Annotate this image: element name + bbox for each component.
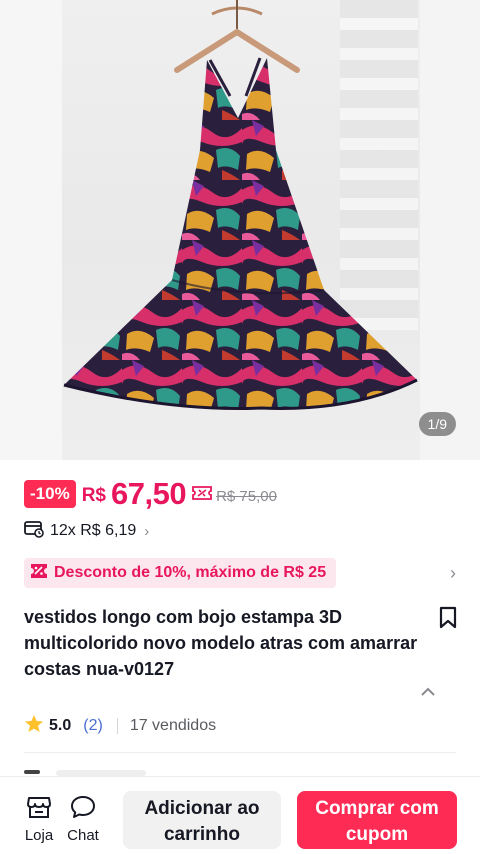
- partial-icon: [24, 770, 40, 774]
- product-image-gallery[interactable]: 1/9: [0, 0, 480, 460]
- dress-illustration: [63, 0, 418, 411]
- store-button[interactable]: Loja: [19, 795, 59, 844]
- chat-button[interactable]: Chat: [63, 795, 103, 844]
- divider: [116, 718, 118, 734]
- price-currency: R$: [81, 485, 106, 506]
- store-icon: [26, 797, 52, 823]
- gallery-edge-left: [0, 0, 62, 460]
- installments-row[interactable]: 12x R$ 6,19 ›: [24, 520, 149, 542]
- coupon-tag-icon: [30, 563, 48, 584]
- price-amount: 67,50: [110, 476, 187, 511]
- discount-badge: -10%: [24, 480, 76, 508]
- price-row: -10% R$ 67,50 R$ 75,00: [24, 476, 277, 512]
- bookmark-icon[interactable]: [438, 606, 458, 635]
- add-to-cart-button[interactable]: Adicionar ao carrinho: [123, 791, 281, 849]
- rating-score: 5.0: [49, 717, 72, 734]
- chat-bubble-icon: [70, 796, 96, 823]
- section-divider: [24, 752, 456, 753]
- card-calendar-icon: [24, 520, 44, 543]
- original-price: R$ 75,00: [216, 488, 277, 505]
- promo-row[interactable]: Desconto de 10%, máximo de R$ 25 ›: [24, 558, 460, 588]
- bottom-action-bar: Loja Chat Adicionar ao carrinho Comprar …: [0, 776, 480, 854]
- chat-label: Chat: [67, 827, 99, 844]
- chevron-up-icon[interactable]: [420, 684, 436, 702]
- sold-count: 17 vendidos: [129, 717, 217, 734]
- promo-chip[interactable]: Desconto de 10%, máximo de R$ 25: [24, 558, 337, 588]
- coupon-ticket-icon: [192, 485, 212, 506]
- promo-text: Desconto de 10%, máximo de R$ 25: [54, 564, 327, 581]
- star-icon: [24, 714, 44, 739]
- review-count[interactable]: (2): [83, 717, 103, 735]
- store-label: Loja: [24, 827, 54, 844]
- chevron-right-icon[interactable]: ›: [450, 563, 456, 584]
- product-title: vestidos longo com bojo estampa 3D multi…: [24, 607, 418, 679]
- gallery-edge-right: [420, 0, 480, 460]
- rating-row[interactable]: 5.0 (2) 17 vendidos: [24, 714, 216, 738]
- buy-with-coupon-button[interactable]: Comprar com cupom: [297, 791, 457, 849]
- chevron-right-icon: ›: [144, 522, 150, 540]
- image-counter: 1/9: [418, 412, 456, 436]
- installments-text: 12x R$ 6,19: [50, 522, 137, 539]
